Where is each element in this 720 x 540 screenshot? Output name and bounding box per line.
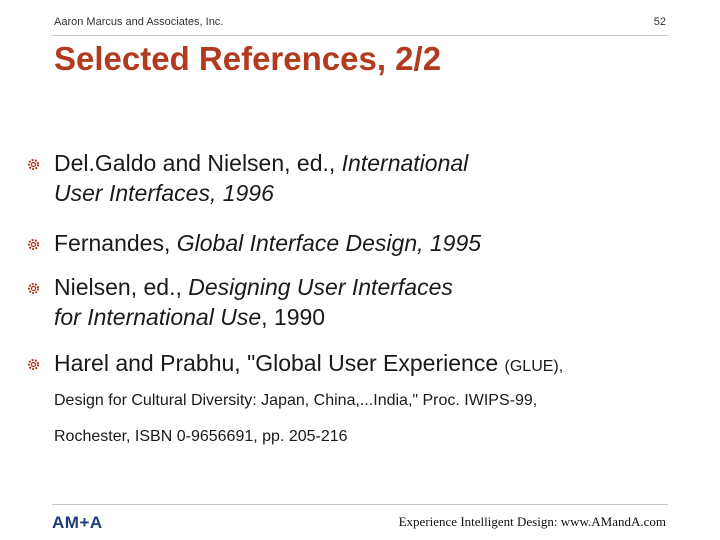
- reference-year: , 1990: [261, 304, 326, 330]
- header-company: Aaron Marcus and Associates, Inc.: [54, 16, 224, 28]
- gear-bullet-icon: [27, 158, 40, 171]
- reference-author: Harel and Prabhu, "Global User Experienc…: [54, 350, 505, 376]
- reference-title-cont: for International Use: [54, 304, 262, 330]
- reference-title-cont: User Interfaces, 1996: [54, 180, 274, 206]
- reference-text: Nielsen, ed., Designing User Interfaces …: [54, 272, 700, 332]
- reference-text: Del.Galdo and Nielsen, ed., Internationa…: [54, 148, 700, 208]
- page-number: 52: [653, 16, 666, 28]
- footer-tagline: Experience Intelligent Design: www.AMand…: [398, 514, 666, 529]
- header-divider: [52, 35, 668, 36]
- gear-bullet-icon: [27, 358, 40, 371]
- reference-title: Designing User Interfaces: [188, 274, 453, 300]
- reference-author: Del.Galdo and Nielsen, ed.,: [54, 150, 342, 176]
- reference-detail-cont: Rochester, ISBN 0-9656691, pp. 205-216: [54, 428, 348, 445]
- reference-author: Nielsen, ed.,: [54, 274, 189, 300]
- footer-divider: [52, 504, 668, 505]
- reference-title: International: [341, 150, 469, 176]
- ama-logo: AM+A: [52, 513, 103, 532]
- reference-acronym: (GLUE),: [504, 358, 564, 375]
- reference-detail: Design for Cultural Diversity: Japan, Ch…: [54, 392, 538, 409]
- reference-author: Fernandes,: [54, 230, 177, 256]
- reference-text: Fernandes, Global Interface Design, 1995: [54, 228, 700, 258]
- gear-bullet-icon: [27, 238, 40, 251]
- page-title: Selected References, 2/2: [54, 40, 442, 77]
- gear-bullet-icon: [27, 282, 40, 295]
- reference-text: Harel and Prabhu, "Global User Experienc…: [54, 348, 700, 454]
- reference-title: Global Interface Design, 1995: [176, 230, 482, 256]
